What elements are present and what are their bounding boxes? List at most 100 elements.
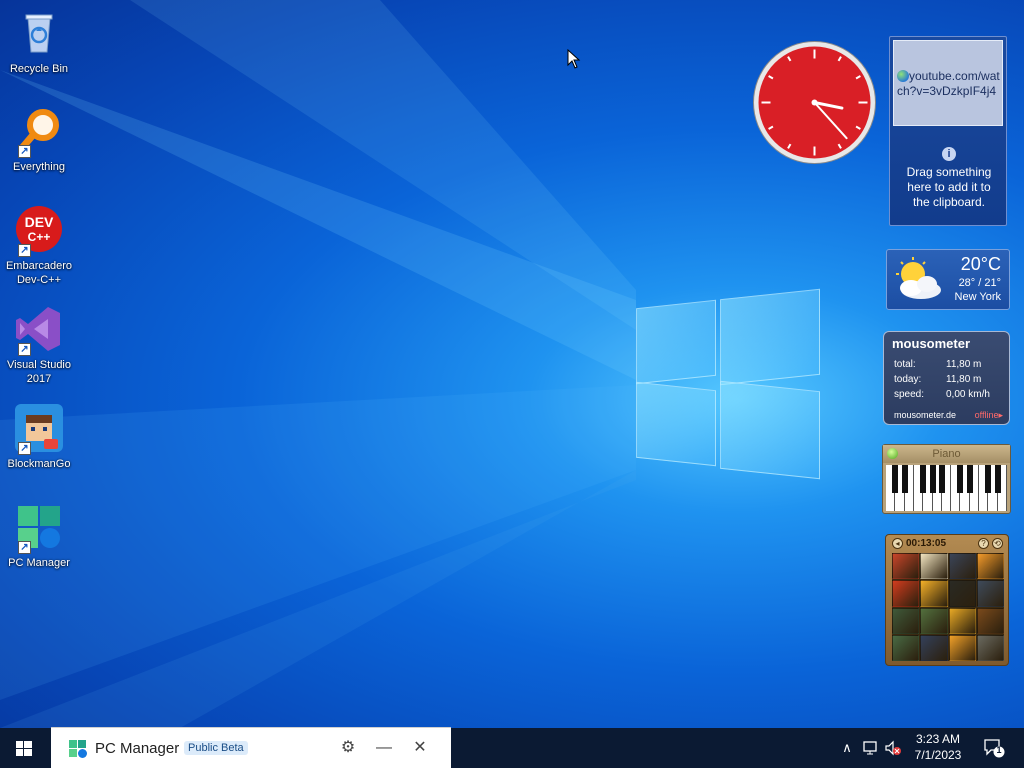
piano-black-key[interactable] <box>920 465 927 493</box>
pc-manager-app-icon <box>69 740 87 758</box>
puzzle-tile[interactable] <box>948 634 976 661</box>
start-button[interactable] <box>0 728 48 768</box>
action-center-icon[interactable]: 1 <box>983 738 1005 758</box>
mousometer-value: 11,80 m <box>946 374 982 385</box>
clipboard-info: i Drag something here to add it to the c… <box>890 147 1008 210</box>
desktop-icon-label: BlockmanGo <box>7 458 71 470</box>
clipboard-item[interactable]: youtube.com/watch?v=3vDzkpIF4j4 <box>893 40 1003 126</box>
puzzle-tile[interactable] <box>892 580 920 607</box>
weather-temperature: 20°C <box>960 254 1001 274</box>
puzzle-tile[interactable] <box>920 580 948 607</box>
desktop-icon-blockmango[interactable]: ↗ BlockmanGo <box>0 403 78 471</box>
shortcut-arrow-icon: ↗ <box>18 145 31 158</box>
puzzle-tile[interactable] <box>948 607 976 634</box>
partly-cloudy-icon <box>896 257 941 299</box>
shortcut-arrow-icon: ↗ <box>18 244 31 257</box>
mousometer-title: mousometer <box>892 336 971 351</box>
taskbar-clock[interactable]: 3:23 AM 7/1/2023 <box>900 731 976 763</box>
piano-black-key[interactable] <box>892 465 899 493</box>
desktop-icon-recycle-bin[interactable]: Recycle Bin <box>0 8 78 76</box>
desktop-icon-pc-manager[interactable]: ↗ PC Manager <box>0 502 78 570</box>
desktop-icon-label: Everything <box>13 161 65 173</box>
shortcut-arrow-icon: ↗ <box>18 541 31 554</box>
public-beta-badge: Public Beta <box>184 741 248 755</box>
shuffle-icon[interactable]: ⟲ <box>992 538 1003 549</box>
weather-range: 28° / 21° <box>958 277 1001 289</box>
picture-puzzle-gadget[interactable]: ◂ 00:13:05 ? ⟲ <box>885 534 1009 666</box>
desktop-icon-everything[interactable]: ↗ Everything <box>0 106 78 174</box>
puzzle-tile[interactable] <box>976 580 1004 607</box>
piano-black-key[interactable] <box>938 465 945 493</box>
taskbar-date: 7/1/2023 <box>914 748 962 762</box>
close-button[interactable]: ✕ <box>410 738 430 758</box>
svg-text:DEV: DEV <box>25 214 54 230</box>
piano-title: Piano <box>932 448 961 460</box>
puzzle-tile[interactable] <box>920 607 948 634</box>
piano-gadget[interactable]: Piano <box>882 444 1011 514</box>
minimize-button[interactable]: — <box>374 738 394 758</box>
network-icon[interactable] <box>862 739 880 757</box>
piano-keyboard[interactable] <box>886 465 1007 511</box>
mousometer-value: 11,80 m <box>946 359 982 370</box>
windows-wallpaper-logo <box>636 288 822 480</box>
show-hidden-icons-chevron-icon[interactable]: ∧ <box>838 739 856 757</box>
mousometer-link[interactable]: mousometer.de <box>894 410 956 420</box>
puzzle-tile[interactable] <box>976 553 1004 580</box>
devcpp-icon: DEV C++ ↗ <box>14 205 64 257</box>
power-led-icon[interactable] <box>887 448 898 459</box>
notification-count: 1 <box>996 745 1002 755</box>
pc-manager-window-bar[interactable]: PC Manager Public Beta ⚙ — ✕ <box>51 727 451 768</box>
desktop-icon-label: Visual Studio 2017 <box>6 359 71 385</box>
puzzle-tile[interactable] <box>948 553 976 580</box>
pc-manager-icon: ↗ <box>14 502 64 554</box>
settings-gear-icon[interactable]: ⚙ <box>338 738 358 758</box>
shortcut-arrow-icon: ↗ <box>18 343 31 356</box>
taskbar: PC Manager Public Beta ⚙ — ✕ ∧ 3:23 AM 7… <box>0 727 1024 768</box>
desktop: Recycle Bin ↗ Everything DEV C++ ↗ Embar… <box>0 0 1024 728</box>
window-title: PC Manager <box>95 740 180 757</box>
piano-black-key[interactable] <box>985 465 992 493</box>
puzzle-tile[interactable] <box>948 580 976 607</box>
rewind-icon[interactable]: ◂ <box>892 538 903 549</box>
puzzle-tile[interactable] <box>976 607 1004 634</box>
blockmango-icon: ↗ <box>14 403 64 455</box>
piano-title-bar: Piano <box>883 445 1010 463</box>
clipboard-gadget[interactable]: youtube.com/watch?v=3vDzkpIF4j4 i Drag s… <box>889 36 1007 226</box>
puzzle-tile[interactable] <box>920 553 948 580</box>
piano-black-key[interactable] <box>957 465 964 493</box>
mousometer-status: offline▸ <box>975 410 1003 421</box>
puzzle-tile[interactable] <box>892 607 920 634</box>
everything-search-icon: ↗ <box>14 106 64 158</box>
mousometer-value: 0,00 km/h <box>946 389 990 400</box>
piano-black-key[interactable] <box>994 465 1001 493</box>
mousometer-status-text: offline <box>974 410 999 420</box>
desktop-icon-label: Embarcadero Dev-C++ <box>5 260 73 286</box>
clipboard-item-text: youtube.com/watch?v=3vDzkpIF4j4 <box>897 69 1000 98</box>
mousometer-key: today: <box>894 374 922 385</box>
globe-icon <box>897 70 909 82</box>
desktop-icon-visual-studio[interactable]: ↗ Visual Studio 2017 <box>0 304 78 386</box>
puzzle-tile[interactable] <box>892 553 920 580</box>
desktop-icon-devcpp[interactable]: DEV C++ ↗ Embarcadero Dev-C++ <box>0 205 78 287</box>
play-icon: ▸ <box>998 410 1003 420</box>
svg-text:C++: C++ <box>28 230 51 244</box>
piano-black-key[interactable] <box>901 465 908 493</box>
info-icon: i <box>942 147 956 161</box>
puzzle-tile[interactable] <box>892 634 920 661</box>
piano-black-key[interactable] <box>929 465 936 493</box>
puzzle-timer: 00:13:05 <box>906 538 947 549</box>
visual-studio-icon: ↗ <box>14 304 64 356</box>
weather-city: New York <box>954 291 1001 303</box>
puzzle-tiles[interactable] <box>892 553 1004 661</box>
desktop-icon-label: Recycle Bin <box>9 63 69 75</box>
clock-gadget[interactable] <box>752 40 877 165</box>
help-button[interactable]: ? <box>978 538 989 549</box>
puzzle-tile[interactable] <box>920 634 948 661</box>
mousometer-gadget[interactable]: mousometer total: 11,80 m today: 11,80 m… <box>883 331 1010 425</box>
weather-gadget[interactable]: 20°C 28° / 21° New York <box>886 249 1010 310</box>
clipboard-info-text: Drag something here to add it to the cli… <box>906 165 992 209</box>
puzzle-tile[interactable] <box>976 634 1004 661</box>
mousometer-key: speed: <box>894 389 925 400</box>
mouse-cursor-icon <box>567 49 581 69</box>
piano-black-key[interactable] <box>966 465 973 493</box>
